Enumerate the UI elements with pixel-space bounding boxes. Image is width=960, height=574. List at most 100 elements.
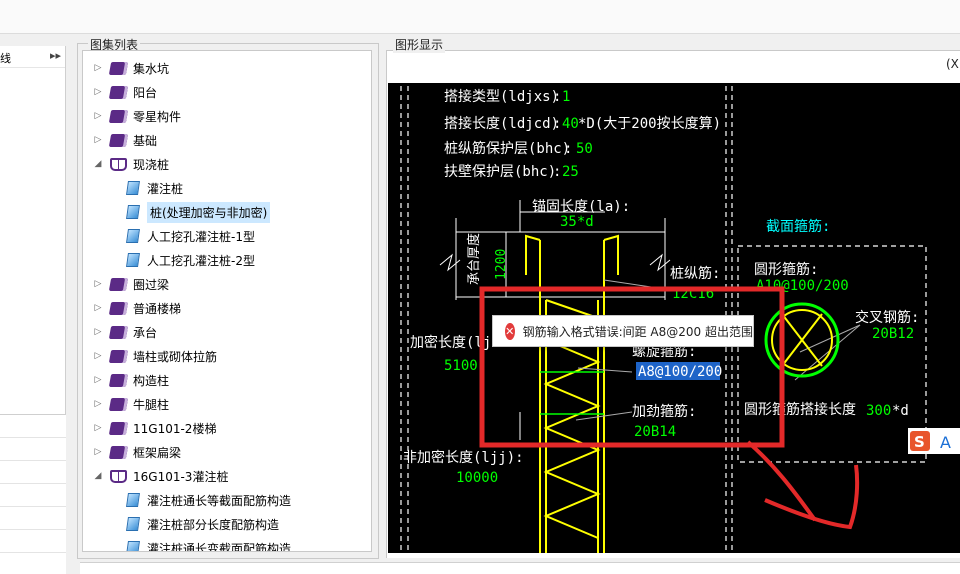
page-icon: [126, 517, 140, 531]
tree-item-label: 16G101-3灌注桩: [133, 469, 229, 484]
anchor-label: 锚固长度(la):: [532, 199, 630, 215]
collapsed-arrow-icon[interactable]: ▷: [93, 375, 103, 385]
error-message: 钢筋输入格式错误:间距 A8@200 超出范围: [522, 324, 753, 339]
lap-length-suffix: *d: [892, 403, 909, 419]
dense-length-value[interactable]: 5100: [444, 358, 478, 374]
collapsed-arrow-icon[interactable]: ▷: [93, 279, 103, 289]
circle-stirrup-value[interactable]: A10@100/200: [756, 278, 849, 294]
ime-letter: S: [914, 433, 925, 451]
expanded-arrow-icon[interactable]: ◢: [93, 471, 103, 481]
cap-thickness-value[interactable]: 1200: [494, 249, 509, 280]
closed-book-icon: [108, 325, 129, 339]
tree-page[interactable]: 灌注桩: [126, 176, 183, 200]
tree-item-label: 人工挖孔灌注桩-2型: [147, 253, 255, 268]
top-toolbar: [0, 0, 960, 34]
page-icon: [126, 181, 140, 195]
closed-book-icon: [108, 109, 129, 123]
tree-page[interactable]: 灌注桩部分长度配筋构造: [126, 512, 279, 536]
tree-folder[interactable]: ◢ 现浇桩: [93, 152, 169, 176]
param-value[interactable]: 40: [562, 116, 579, 132]
tree-item-label: 现浇桩: [133, 157, 170, 172]
tree-page[interactable]: 灌注桩通长等截面配筋构造: [126, 488, 292, 512]
collapsed-arrow-icon[interactable]: ▷: [93, 351, 103, 361]
tree-folder[interactable]: ◢ 16G101-3灌注桩: [93, 464, 228, 488]
collapsed-arrow-icon[interactable]: ▷: [93, 327, 103, 337]
tree-folder[interactable]: ▷ 框架扁梁: [93, 440, 181, 464]
open-book-icon: [110, 469, 127, 483]
cross-bar-value[interactable]: 20B12: [872, 326, 914, 342]
param-value[interactable]: 25: [562, 164, 579, 180]
collapsed-arrow-icon[interactable]: ▷: [93, 423, 103, 433]
closed-book-icon: [108, 85, 129, 99]
open-book-icon: [110, 157, 127, 171]
tree-item-label: 构造柱: [133, 373, 170, 388]
closed-book-icon: [108, 61, 129, 75]
param-label: 桩纵筋保护层(bhc): [444, 140, 570, 157]
tree-page[interactable]: 人工挖孔灌注桩-1型: [126, 224, 255, 248]
tree-folder[interactable]: ▷ 集水坑: [93, 56, 169, 80]
tree-folder[interactable]: ▷ 普通楼梯: [93, 296, 181, 320]
tree-page[interactable]: 桩(处理加密与非加密): [126, 200, 271, 224]
expanded-arrow-icon[interactable]: ◢: [93, 159, 103, 169]
page-icon: [126, 205, 140, 219]
tree-folder[interactable]: ▷ 基础: [93, 128, 157, 152]
tree-item-label: 框架扁梁: [133, 445, 182, 460]
collapsed-arrow-icon[interactable]: ▷: [93, 447, 103, 457]
param-label: 搭接类型(ldjxs): [444, 88, 559, 105]
ime-letter: A: [940, 433, 951, 452]
page-icon: [126, 229, 140, 243]
tree-folder[interactable]: ▷ 圈过梁: [93, 272, 169, 296]
param-sep: :: [553, 116, 561, 132]
list-row[interactable]: [0, 438, 66, 461]
collapsed-arrow-icon[interactable]: ▷: [93, 111, 103, 121]
list-row[interactable]: [0, 415, 66, 438]
stiff-stirrup-label: 加劲箍筋:: [632, 403, 696, 420]
tree-folder[interactable]: ▷ 牛腿柱: [93, 392, 169, 416]
tree-folder[interactable]: ▷ 阳台: [93, 80, 157, 104]
anchor-value[interactable]: 35*d: [560, 214, 594, 230]
cross-bar-label: 交叉钢筋:: [855, 309, 919, 326]
collapsed-arrow-icon[interactable]: ▷: [93, 303, 103, 313]
tree-folder[interactable]: ▷ 构造柱: [93, 368, 169, 392]
list-row[interactable]: [0, 484, 66, 507]
lap-length-value[interactable]: 300: [866, 403, 891, 419]
stiff-stirrup-value[interactable]: 20B14: [634, 424, 676, 440]
tree-folder[interactable]: ▷ 零星构件: [93, 104, 181, 128]
left-panel-header: 线 ▸▸: [0, 46, 65, 68]
collapsed-arrow-icon[interactable]: ▷: [93, 87, 103, 97]
nondense-length-value[interactable]: 10000: [456, 470, 498, 486]
list-row[interactable]: [0, 507, 66, 530]
closed-book-icon: [108, 133, 129, 147]
list-row[interactable]: [0, 530, 66, 553]
tree-folder[interactable]: ▷ 承台: [93, 320, 157, 344]
closed-book-icon: [108, 277, 129, 291]
param-suffix: *D(大于200按长度算): [578, 116, 721, 132]
coordinate-label: (X: [946, 57, 959, 71]
tree-item-label: 集水坑: [133, 61, 170, 76]
tree-item-label: 零星构件: [133, 109, 182, 124]
closed-book-icon: [108, 445, 129, 459]
page-icon: [126, 253, 140, 267]
page-icon: [126, 541, 140, 551]
graphic-panel-title: 图形显示: [393, 36, 446, 53]
tree-page[interactable]: 灌注桩通长变截面配筋构造: [126, 536, 292, 552]
tree-page[interactable]: 人工挖孔灌注桩-2型: [126, 248, 255, 272]
closed-book-icon: [108, 349, 129, 363]
list-row[interactable]: [0, 461, 66, 484]
collapsed-arrow-icon[interactable]: ▷: [93, 399, 103, 409]
collapsed-arrow-icon[interactable]: ▷: [93, 63, 103, 73]
collapse-arrows-icon[interactable]: ▸▸: [50, 49, 61, 62]
atlas-tree: ▷ 集水坑 ▷ 阳台 ▷ 零星构件 ▷ 基础 ◢ 现浇桩 灌注桩 桩(处理加密与非加密) 人工挖孔灌注桩…: [82, 50, 372, 552]
tree-folder[interactable]: ▷ 墙柱或砌体拉筋: [93, 344, 217, 368]
lap-length-label: 圆形箍筋搭接长度: [744, 401, 856, 418]
closed-book-icon: [108, 421, 129, 435]
spiral-stirrup-value[interactable]: A8@100/200: [638, 364, 722, 380]
param-value[interactable]: 50: [576, 141, 593, 157]
tree-item-label: 牛腿柱: [133, 397, 170, 412]
tree-item-label: 灌注桩通长等截面配筋构造: [147, 493, 292, 508]
collapsed-arrow-icon[interactable]: ▷: [93, 135, 103, 145]
bottom-panel-edge: [80, 562, 960, 574]
tree-folder[interactable]: ▷ 11G101-2楼梯: [93, 416, 216, 440]
param-value[interactable]: 1: [562, 89, 570, 105]
tree-item-label: 灌注桩通长变截面配筋构造: [147, 541, 292, 552]
